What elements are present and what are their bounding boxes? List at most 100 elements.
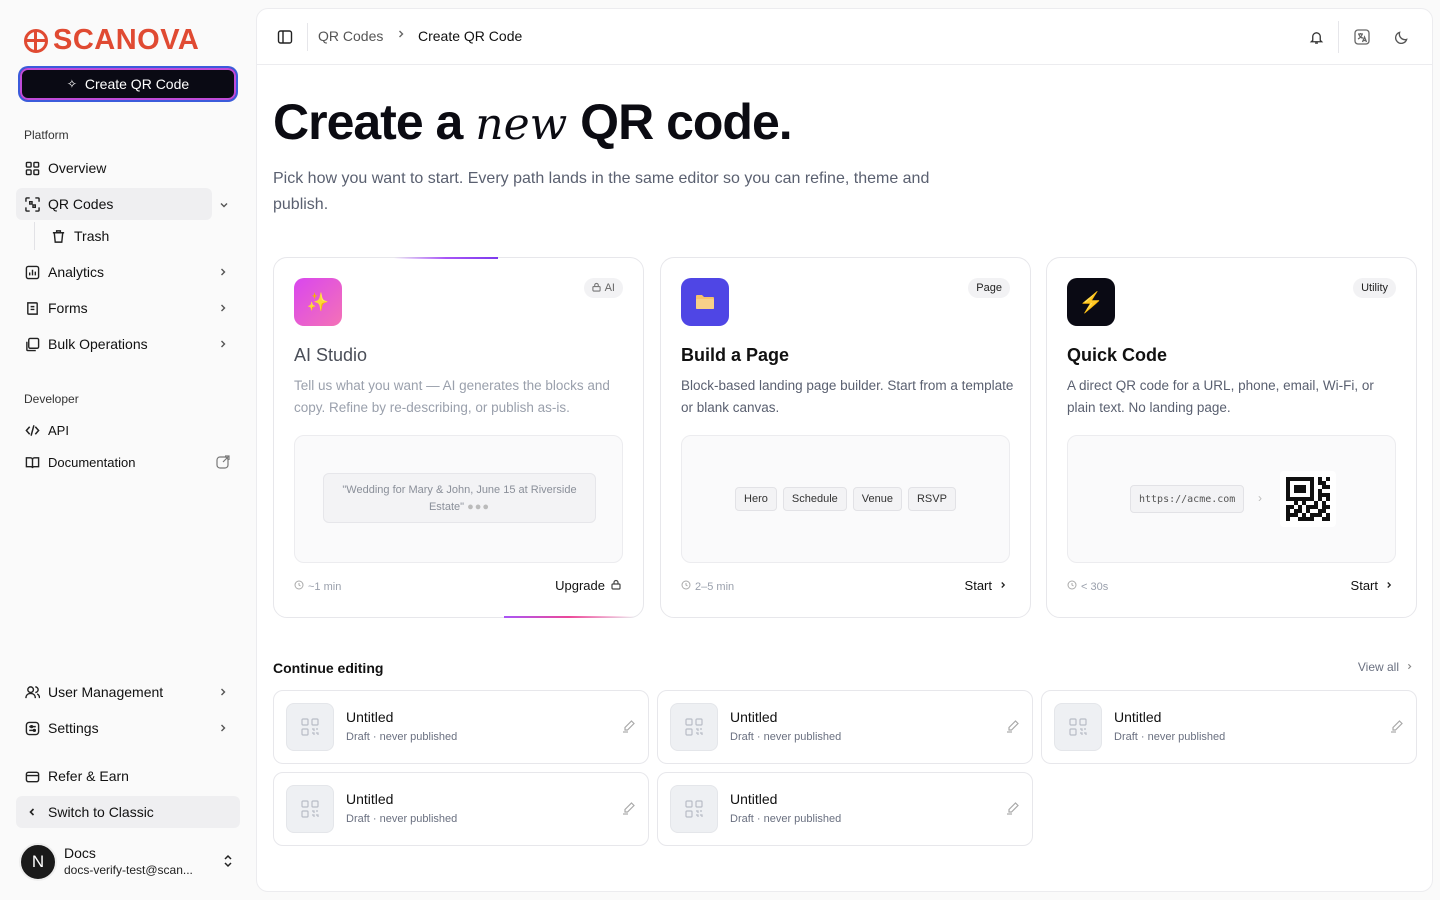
draft-card[interactable]: Untitled Draft · never published xyxy=(657,772,1033,846)
create-qr-code-button[interactable]: ✧ Create QR Code xyxy=(20,68,236,100)
continue-editing-heading: Continue editing xyxy=(273,660,384,676)
card-preview: Hero Schedule Venue RSVP xyxy=(681,435,1010,563)
moon-icon[interactable] xyxy=(1391,27,1411,47)
switch-to-classic-label: Switch to Classic xyxy=(48,804,154,820)
block-chip: Venue xyxy=(852,487,902,511)
draft-card[interactable]: Untitled Draft · never published xyxy=(273,690,649,764)
ai-badge: AI xyxy=(583,278,623,298)
sidebar-item-label: Settings xyxy=(48,720,99,736)
ai-prompt-preview: "Wedding for Mary & John, June 15 at Riv… xyxy=(323,473,596,523)
chart-icon xyxy=(24,264,40,280)
avatar: N xyxy=(19,843,57,881)
page-title: Create a new QR code. xyxy=(273,94,793,150)
pencil-icon[interactable] xyxy=(622,801,636,820)
chevron-right-icon xyxy=(216,265,230,279)
card-glow xyxy=(394,257,498,259)
chevron-right-icon: › xyxy=(1258,491,1262,505)
book-icon xyxy=(24,454,40,470)
sidebar-item-label: Trash xyxy=(74,228,110,244)
sidebar-item-bulk-operations[interactable]: Bulk Operations xyxy=(16,328,240,360)
page-subtitle: Pick how you want to start. Every path l… xyxy=(273,170,930,213)
code-icon xyxy=(24,422,40,438)
qr-thumbnail-icon xyxy=(286,703,334,751)
sidebar-item-user-management[interactable]: User Management xyxy=(16,676,240,708)
bell-icon[interactable] xyxy=(1306,27,1326,47)
sidebar-item-trash[interactable]: Trash xyxy=(42,220,232,252)
card-time: 2–5 min xyxy=(681,580,734,593)
draft-card[interactable]: Untitled Draft · never published xyxy=(273,772,649,846)
build-a-page-card[interactable]: Page Build a Page Block-based landing pa… xyxy=(660,257,1031,618)
language-icon[interactable] xyxy=(1352,27,1372,47)
chevron-right-icon xyxy=(216,301,230,315)
sidebar-item-refer-earn[interactable]: Refer & Earn xyxy=(16,760,240,792)
sidebar-item-forms[interactable]: Forms xyxy=(16,292,240,324)
pencil-icon[interactable] xyxy=(1006,719,1020,738)
qr-code-image xyxy=(1280,471,1336,527)
submenu-line xyxy=(34,222,35,250)
clock-icon xyxy=(681,580,691,593)
wallet-icon xyxy=(24,768,40,784)
sidebar-item-analytics[interactable]: Analytics xyxy=(16,256,240,288)
chevron-down-icon[interactable] xyxy=(218,198,230,216)
sidebar-item-api[interactable]: API xyxy=(16,414,240,446)
developer-section-label: Developer xyxy=(24,392,79,406)
sidebar-item-label: API xyxy=(48,422,69,438)
block-chip: Schedule xyxy=(782,487,847,511)
form-icon xyxy=(24,300,40,316)
chevron-right-icon xyxy=(216,721,230,735)
chevron-right-icon xyxy=(998,578,1008,593)
title-emphasis: new xyxy=(475,99,568,150)
trash-icon xyxy=(50,228,66,244)
sidebar-item-label: Overview xyxy=(48,160,107,176)
url-preview: https://acme.com xyxy=(1130,485,1245,513)
users-icon xyxy=(24,684,40,700)
switch-to-classic-button[interactable]: Switch to Classic xyxy=(16,796,240,828)
start-button[interactable]: Start xyxy=(1351,578,1394,593)
stack-icon xyxy=(24,336,40,352)
card-preview: https://acme.com › xyxy=(1067,435,1396,563)
draft-title: Untitled xyxy=(346,791,394,807)
quick-code-card[interactable]: ⚡ Utility Quick Code A direct QR code fo… xyxy=(1046,257,1417,618)
pencil-icon[interactable] xyxy=(1390,719,1404,738)
sidebar-toggle-icon[interactable] xyxy=(275,27,295,47)
draft-status: Draft · never published xyxy=(346,731,458,743)
draft-card[interactable]: Untitled Draft · never published xyxy=(1041,690,1417,764)
draft-status: Draft · never published xyxy=(1114,731,1226,743)
card-title: Quick Code xyxy=(1067,345,1168,365)
divider xyxy=(307,23,308,51)
draft-status: Draft · never published xyxy=(346,813,458,825)
logo-icon xyxy=(24,28,48,53)
divider xyxy=(1338,21,1339,53)
card-description: Tell us what you want — AI generates the… xyxy=(294,378,610,415)
sidebar-item-label: Analytics xyxy=(48,264,105,280)
sidebar-item-settings[interactable]: Settings xyxy=(16,712,240,744)
draft-card[interactable]: Untitled Draft · never published xyxy=(657,690,1033,764)
user-menu[interactable]: N Docs docs-verify-test@scan... xyxy=(16,838,240,886)
breadcrumb-parent[interactable]: QR Codes xyxy=(318,28,383,44)
upgrade-button[interactable]: Upgrade xyxy=(555,578,621,593)
ai-studio-card[interactable]: ✨ AI AI Studio Tell us what you want — A… xyxy=(273,257,644,618)
chevron-left-icon xyxy=(24,804,40,820)
draft-title: Untitled xyxy=(346,709,394,725)
sidebar-item-documentation[interactable]: Documentation xyxy=(16,446,240,478)
user-name: Docs xyxy=(64,845,96,861)
draft-title: Untitled xyxy=(1114,709,1162,725)
lightning-icon: ⚡ xyxy=(1067,278,1115,326)
topbar: QR Codes Create QR Code xyxy=(257,9,1432,65)
qr-thumbnail-icon xyxy=(670,703,718,751)
view-all-link[interactable]: View all xyxy=(1358,660,1414,674)
sidebar-item-overview[interactable]: Overview xyxy=(16,152,240,184)
platform-section-label: Platform xyxy=(24,128,69,142)
block-chip: RSVP xyxy=(907,487,956,511)
pencil-icon[interactable] xyxy=(622,719,636,738)
draft-title: Untitled xyxy=(730,791,778,807)
card-description: A direct QR code for a URL, phone, email… xyxy=(1067,378,1374,415)
start-button[interactable]: Start xyxy=(965,578,1008,593)
chevron-right-icon xyxy=(216,685,230,699)
draft-title: Untitled xyxy=(730,709,778,725)
pencil-icon[interactable] xyxy=(1006,801,1020,820)
chevron-right-icon xyxy=(1384,578,1394,593)
sidebar-item-qr-codes[interactable]: QR Codes xyxy=(16,188,212,220)
brand-logo[interactable]: SCANOVA xyxy=(24,24,199,57)
qr-thumbnail-icon xyxy=(670,785,718,833)
